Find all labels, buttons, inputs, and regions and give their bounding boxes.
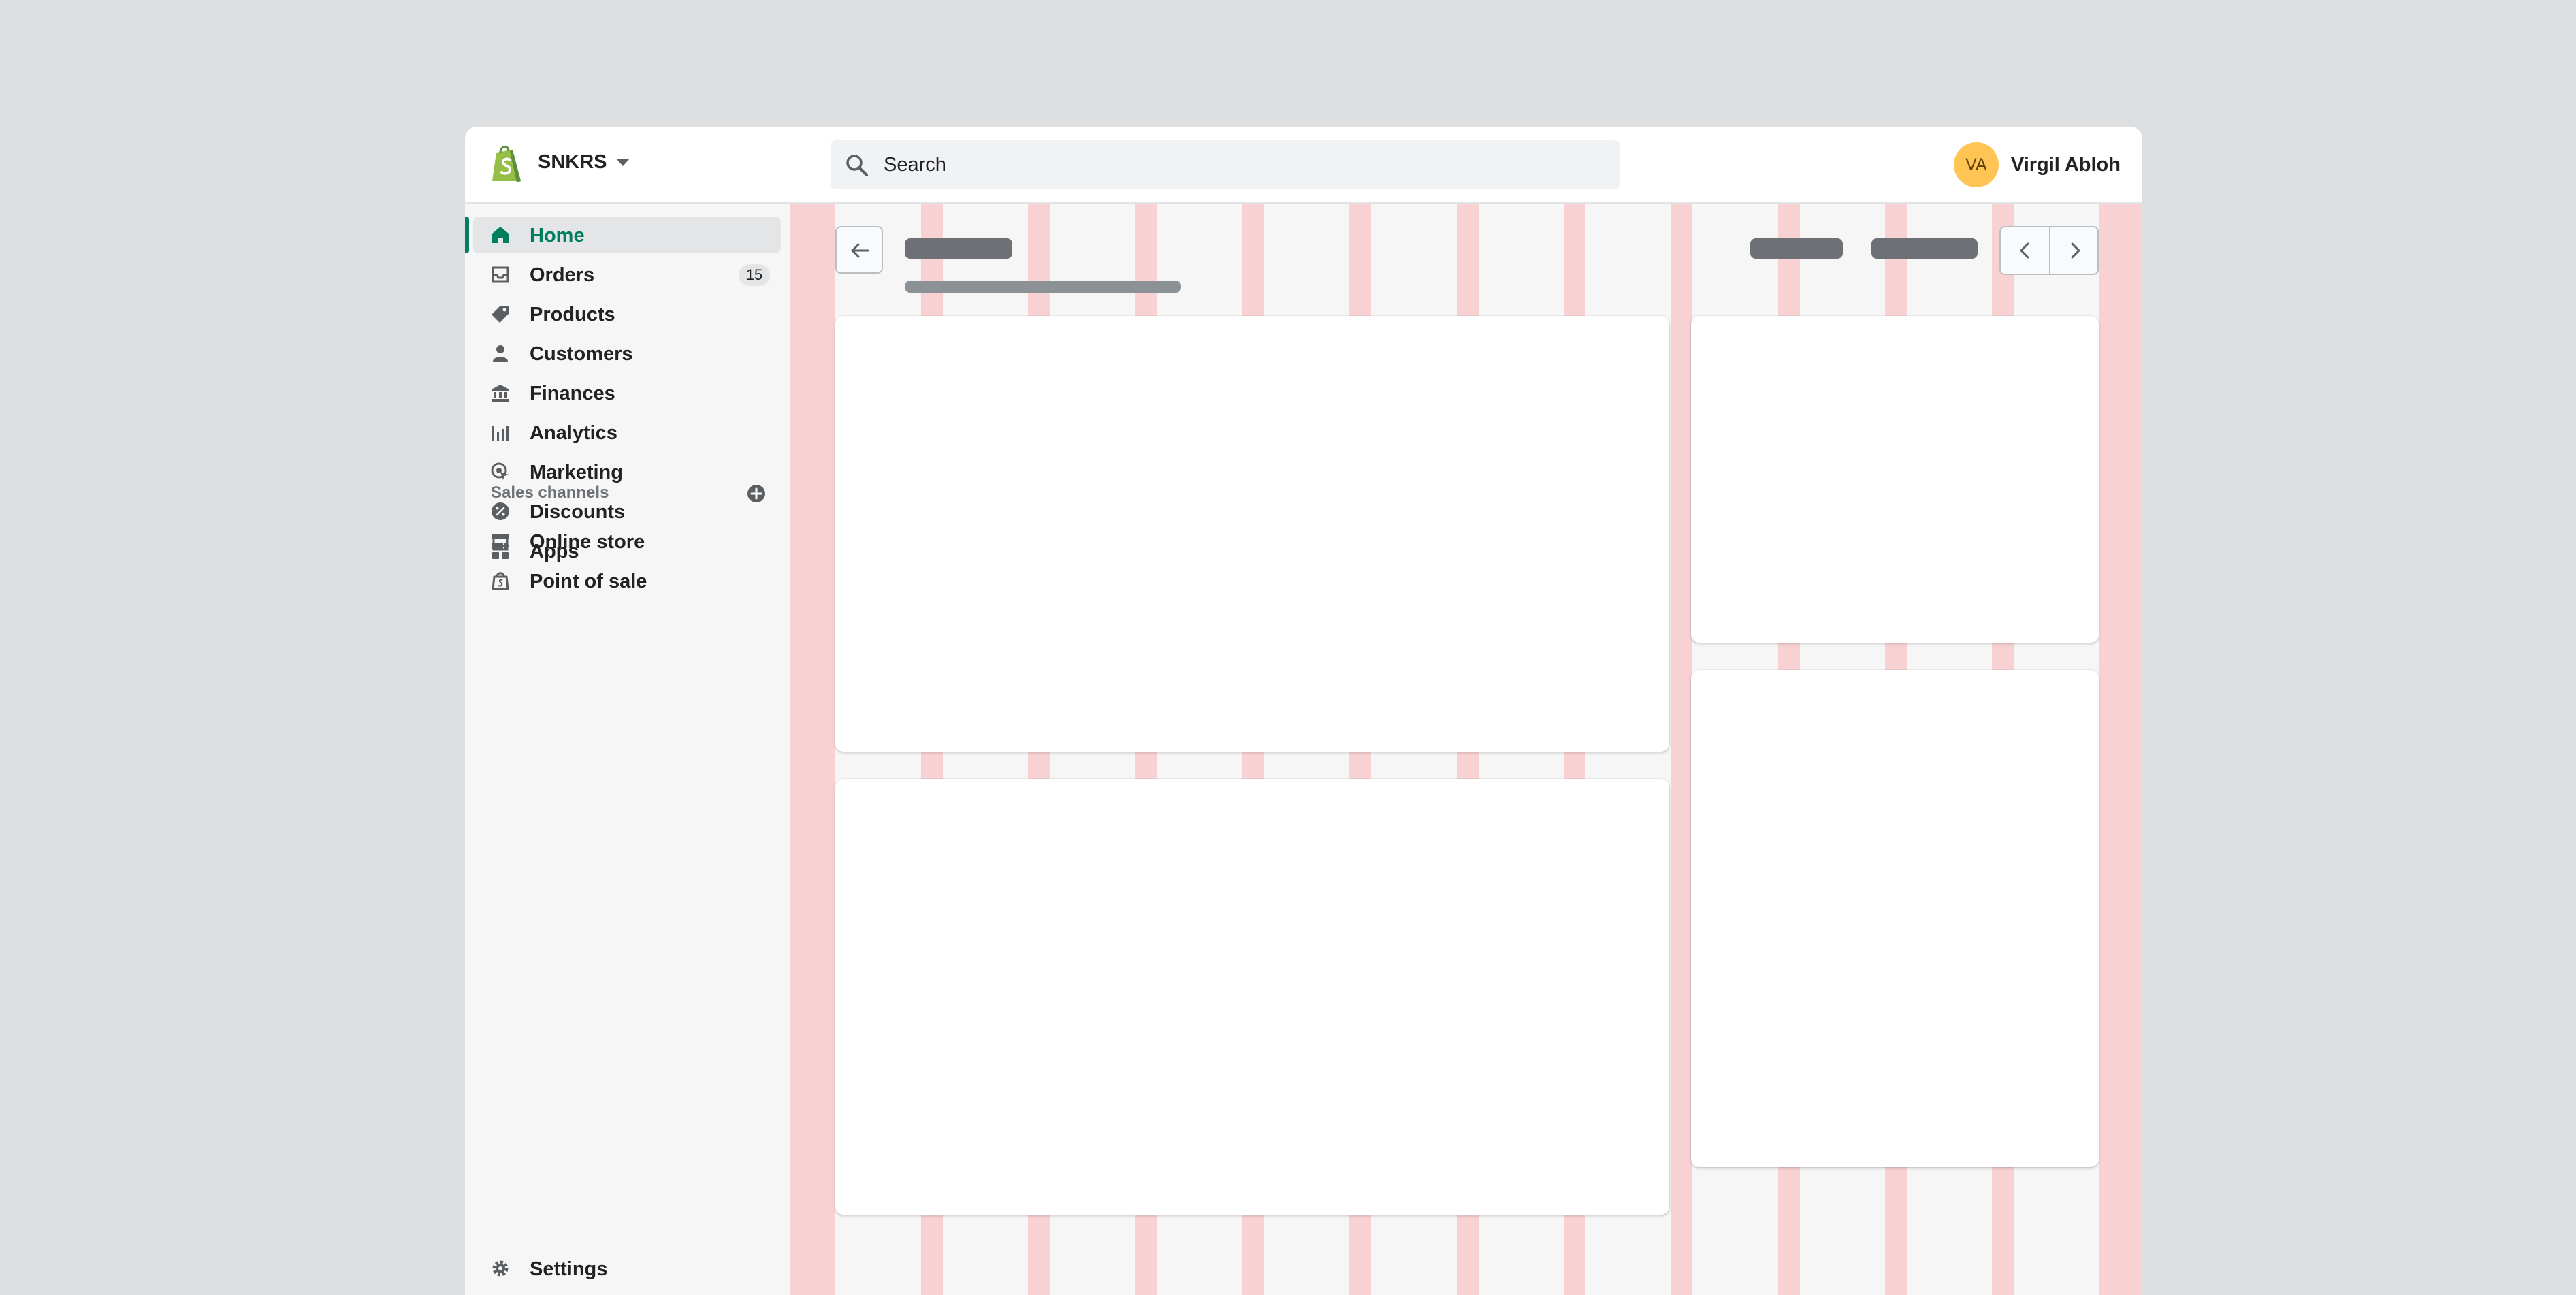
- secondary-card-top: [1691, 316, 2099, 643]
- sidebar-item-label: Finances: [530, 383, 615, 404]
- primary-card-top: [835, 316, 1669, 752]
- search-bar[interactable]: [831, 140, 1620, 189]
- previous-page-button[interactable]: [2001, 227, 2050, 274]
- search-icon: [846, 155, 868, 176]
- sidebar-item-label: Discounts: [530, 501, 626, 523]
- caret-down-icon[interactable]: [616, 159, 630, 167]
- sidebar-item-orders[interactable]: Orders 15: [473, 256, 781, 293]
- gear-icon: [492, 1260, 509, 1277]
- app-frame: SNKRS VA Virgil Abloh Home: [465, 127, 2142, 1295]
- sidebar-item-products[interactable]: Products: [473, 295, 781, 332]
- sidebar-item-label: Point of sale: [530, 571, 647, 592]
- sidebar-item-label: Products: [530, 304, 615, 325]
- user-name[interactable]: Virgil Abloh: [2011, 154, 2121, 176]
- marketing-icon: [491, 462, 509, 480]
- secondary-action-skeleton: [1750, 238, 1843, 259]
- home-icon: [492, 227, 509, 243]
- sidebar-item-label: Home: [530, 225, 585, 246]
- sidebar-item-online-store[interactable]: Online store: [473, 523, 781, 560]
- grid-gutter: [790, 204, 835, 1295]
- store-name[interactable]: SNKRS: [538, 151, 607, 174]
- sidebar-item-label: Orders: [530, 264, 595, 286]
- page-subtitle-skeleton: [905, 281, 1181, 293]
- person-icon: [493, 345, 508, 362]
- avatar[interactable]: VA: [1953, 142, 1999, 187]
- next-page-button[interactable]: [2050, 227, 2099, 274]
- sidebar-item-label: Settings: [530, 1258, 608, 1280]
- sidebar-item-label: Marketing: [530, 462, 623, 483]
- sidebar-item-point-of-sale[interactable]: Point of sale: [473, 562, 781, 599]
- sidebar-item-home[interactable]: Home: [465, 217, 781, 253]
- sidebar-item-label: Online store: [530, 531, 645, 553]
- sidebar-item-label: Analytics: [530, 422, 617, 444]
- shopify-logo-icon[interactable]: [489, 143, 525, 184]
- chevron-right-icon: [2071, 242, 2080, 259]
- search-input[interactable]: [884, 140, 1605, 189]
- sidebar-item-analytics[interactable]: Analytics: [473, 414, 781, 451]
- sidebar-item-finances[interactable]: Finances: [473, 374, 781, 411]
- sidebar-nav: Home Orders 15 Products Customers Financ…: [465, 204, 790, 1295]
- sidebar-item-settings[interactable]: Settings: [473, 1250, 781, 1287]
- secondary-action-skeleton: [1871, 238, 1978, 259]
- store-icon: [492, 534, 509, 551]
- secondary-card-bottom: [1691, 670, 2099, 1167]
- pagination: [1999, 226, 2099, 275]
- primary-card-bottom: [835, 779, 1669, 1215]
- top-bar: SNKRS VA Virgil Abloh: [465, 127, 2142, 204]
- sales-channels-heading: Sales channels: [491, 483, 609, 502]
- sidebar-item-customers[interactable]: Customers: [473, 335, 781, 372]
- bank-icon: [492, 385, 509, 402]
- sidebar-item-label: Customers: [530, 343, 633, 365]
- page-title-skeleton: [905, 238, 1012, 259]
- orders-icon: [492, 266, 509, 283]
- chevron-left-icon: [2020, 242, 2029, 259]
- main-content: [790, 204, 2142, 1295]
- grid-gutter: [1671, 204, 1692, 1295]
- tag-icon: [492, 306, 509, 323]
- grid-gutter: [2099, 204, 2142, 1295]
- add-circle-icon[interactable]: [746, 483, 767, 504]
- bar-chart-icon: [492, 426, 509, 441]
- pos-bag-icon: [492, 572, 509, 590]
- user-menu[interactable]: VA Virgil Abloh: [1953, 142, 2121, 188]
- back-button[interactable]: [835, 226, 883, 274]
- arrow-left-icon: [851, 243, 869, 258]
- discount-icon: [492, 502, 509, 520]
- orders-count-badge: 15: [739, 264, 770, 286]
